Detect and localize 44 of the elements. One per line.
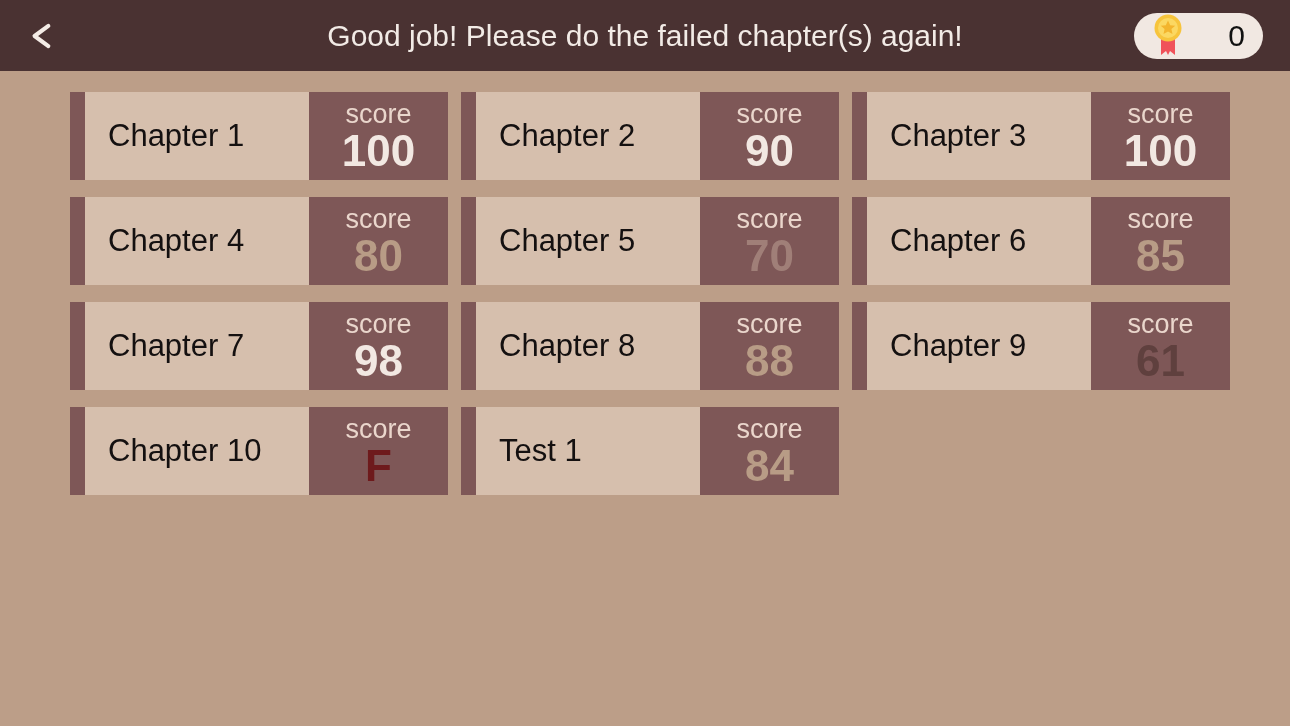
medal-icon xyxy=(1153,13,1183,56)
chapter-card[interactable]: Chapter 4 score 80 xyxy=(70,197,448,285)
score-label: score xyxy=(1127,310,1194,338)
score-label: score xyxy=(345,100,412,128)
score-label: score xyxy=(345,310,412,338)
score-value: 80 xyxy=(354,233,403,279)
chapter-name: Chapter 4 xyxy=(85,197,309,285)
chapter-name: Chapter 10 xyxy=(85,407,309,495)
score-label: score xyxy=(736,100,803,128)
score-label: score xyxy=(345,415,412,443)
chapter-card[interactable]: Chapter 2 score 90 xyxy=(461,92,839,180)
back-icon xyxy=(30,21,52,50)
score-label: score xyxy=(1127,100,1194,128)
score-value: 100 xyxy=(1123,128,1198,174)
score-label: score xyxy=(736,205,803,233)
score-value: 98 xyxy=(354,338,403,384)
score-value: 88 xyxy=(745,338,794,384)
chapter-card[interactable]: Chapter 8 score 88 xyxy=(461,302,839,390)
score-label: score xyxy=(1127,205,1194,233)
score-value: F xyxy=(365,443,392,489)
chapter-card[interactable]: Chapter 3 score 100 xyxy=(852,92,1230,180)
chapter-name: Chapter 2 xyxy=(476,92,700,180)
score-value: 100 xyxy=(341,128,416,174)
score-label: score xyxy=(736,310,803,338)
chapter-name: Chapter 9 xyxy=(867,302,1091,390)
chapter-card[interactable]: Chapter 6 score 85 xyxy=(852,197,1230,285)
chapter-name: Chapter 7 xyxy=(85,302,309,390)
chapter-card[interactable]: Chapter 1 score 100 xyxy=(70,92,448,180)
score-value: 90 xyxy=(745,128,794,174)
chapter-name: Test 1 xyxy=(476,407,700,495)
score-label: score xyxy=(736,415,803,443)
chapter-name: Chapter 8 xyxy=(476,302,700,390)
chapter-card[interactable]: Chapter 10 score F xyxy=(70,407,448,495)
chapter-name: Chapter 5 xyxy=(476,197,700,285)
chapter-name: Chapter 3 xyxy=(867,92,1091,180)
chapter-card[interactable]: Test 1 score 84 xyxy=(461,407,839,495)
chapter-name: Chapter 1 xyxy=(85,92,309,180)
score-value: 85 xyxy=(1136,233,1185,279)
chapter-card[interactable]: Chapter 7 score 98 xyxy=(70,302,448,390)
chapter-name: Chapter 6 xyxy=(867,197,1091,285)
coin-count: 0 xyxy=(1228,18,1245,53)
score-label: score xyxy=(345,205,412,233)
header-title: Good job! Please do the failed chapter(s) again! xyxy=(327,18,963,53)
score-value: 84 xyxy=(745,443,794,489)
